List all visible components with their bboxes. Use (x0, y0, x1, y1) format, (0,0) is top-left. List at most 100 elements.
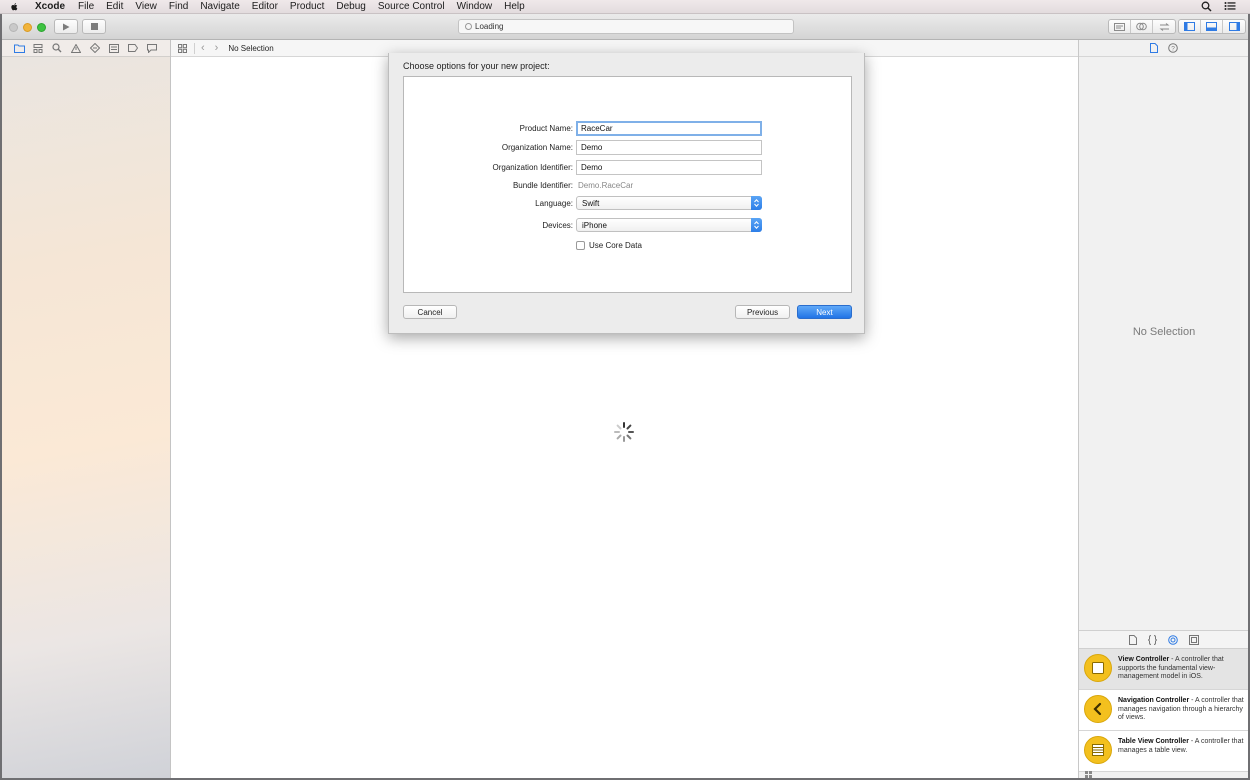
organization-identifier-field[interactable] (576, 160, 762, 175)
play-icon (63, 23, 70, 30)
debug-panel-icon (1206, 22, 1217, 31)
xcode-window: Loading ‹ › No Selection ? No Selection … (2, 14, 1248, 778)
language-popup[interactable]: Swift (576, 196, 762, 210)
previous-button[interactable]: Previous (735, 305, 790, 319)
menu-file[interactable]: File (78, 1, 94, 12)
organization-name-field[interactable] (576, 140, 762, 155)
navigator-panel-icon (1184, 22, 1195, 31)
find-navigator-tab[interactable] (51, 43, 63, 53)
bundle-identifier-label: Bundle Identifier: (512, 181, 573, 190)
bundle-identifier-row: Bundle Identifier: Demo.RaceCar (404, 178, 853, 194)
use-core-data-checkbox[interactable] (576, 241, 585, 250)
menu-navigate[interactable]: Navigate (200, 1, 239, 12)
menu-find[interactable]: Find (169, 1, 188, 12)
language-selected-value: Swift (582, 199, 600, 208)
related-items-button[interactable] (176, 43, 188, 53)
sheet-title: Choose options for your new project: (403, 61, 550, 71)
library-item-description: Table View Controller - A controller tha… (1118, 736, 1245, 755)
product-name-field[interactable] (576, 121, 762, 136)
quick-help-icon[interactable]: ? (1167, 43, 1178, 53)
assistant-editor-button[interactable] (1131, 20, 1153, 33)
object-library-icon[interactable] (1168, 634, 1178, 645)
report-navigator-tab[interactable] (146, 43, 158, 53)
devices-popup[interactable]: iPhone (576, 218, 762, 232)
spotlight-search-icon[interactable] (1201, 1, 1212, 12)
library-item-title: View Controller (1118, 656, 1170, 663)
svg-text:?: ? (1171, 46, 1175, 53)
grid-icon (177, 43, 187, 53)
library-item-title: Navigation Controller (1118, 697, 1190, 704)
file-template-library-icon[interactable] (1129, 634, 1137, 645)
organization-identifier-row: Organization Identifier: (404, 160, 853, 176)
folder-icon (13, 44, 25, 53)
toggle-navigator-button[interactable] (1179, 20, 1201, 33)
toggle-debug-area-button[interactable] (1201, 20, 1223, 33)
speech-bubble-icon (147, 43, 157, 53)
object-library-list: View Controller - A controller that supp… (1079, 649, 1248, 772)
library-item-table-view-controller[interactable]: Table View Controller - A controller tha… (1079, 731, 1248, 772)
toggle-utilities-button[interactable] (1223, 20, 1245, 33)
menu-window[interactable]: Window (457, 1, 493, 12)
file-inspector-icon[interactable] (1149, 43, 1158, 53)
menu-product[interactable]: Product (290, 1, 324, 12)
library-item-navigation-controller[interactable]: Navigation Controller - A controller tha… (1079, 690, 1248, 731)
standard-editor-button[interactable] (1109, 20, 1131, 33)
test-navigator-tab[interactable] (89, 43, 101, 53)
zoom-window-button[interactable] (37, 23, 46, 32)
project-options-form: Product Name: Organization Name: Organiz… (403, 76, 852, 293)
utilities-panel-icon (1228, 22, 1240, 31)
notification-center-icon[interactable] (1224, 1, 1236, 11)
menu-edit[interactable]: Edit (106, 1, 123, 12)
inspector-tab-bar: ? (1079, 40, 1248, 57)
apple-icon[interactable] (10, 2, 19, 12)
bundle-identifier-value: Demo.RaceCar (578, 181, 634, 190)
symbol-navigator-tab[interactable] (32, 43, 44, 53)
stop-button[interactable] (82, 19, 106, 34)
version-editor-button[interactable] (1153, 20, 1175, 33)
debug-gauge-icon (109, 43, 119, 53)
code-snippet-library-icon[interactable] (1148, 634, 1157, 645)
jump-bar-path[interactable]: No Selection (228, 44, 273, 53)
issue-navigator-tab[interactable] (70, 43, 82, 53)
breakpoint-navigator-tab[interactable] (127, 43, 139, 53)
stop-icon (90, 23, 98, 30)
activity-view: Loading (458, 19, 794, 34)
grid-view-icon[interactable] (1085, 771, 1092, 778)
use-core-data-row: Use Core Data (576, 241, 642, 250)
window-toolbar: Loading (2, 14, 1248, 40)
jump-bar-divider (194, 42, 195, 54)
menu-editor[interactable]: Editor (252, 1, 278, 12)
forward-chevron-icon[interactable]: › (215, 42, 219, 54)
library-item-description: Navigation Controller - A controller tha… (1118, 695, 1245, 723)
symbol-hierarchy-icon (33, 43, 43, 53)
debug-navigator-tab[interactable] (108, 43, 120, 53)
standard-editor-icon (1114, 22, 1125, 31)
library-item-view-controller[interactable]: View Controller - A controller that supp… (1079, 649, 1248, 690)
media-library-icon[interactable] (1189, 634, 1199, 645)
menu-bar: Xcode File Edit View Find Navigate Edito… (0, 0, 1250, 14)
menu-source-control[interactable]: Source Control (378, 1, 445, 12)
menu-app-name[interactable]: Xcode (35, 1, 65, 12)
popup-arrows-icon (751, 218, 762, 232)
menu-view[interactable]: View (135, 1, 157, 12)
cancel-button[interactable]: Cancel (403, 305, 457, 319)
table-view-controller-icon (1084, 736, 1112, 764)
use-core-data-label[interactable]: Use Core Data (589, 241, 642, 250)
loading-spinner-icon (614, 422, 634, 442)
minimize-window-button[interactable] (23, 23, 32, 32)
next-button[interactable]: Next (797, 305, 852, 319)
warning-triangle-icon (71, 43, 81, 53)
utilities-panel: ? No Selection View Controller - A contr… (1078, 40, 1248, 778)
language-row: Language: Swift (404, 196, 853, 212)
language-label: Language: (535, 199, 573, 208)
version-editor-icon (1159, 22, 1169, 31)
menu-help[interactable]: Help (504, 1, 525, 12)
run-button[interactable] (54, 19, 78, 34)
activity-spinner-icon (465, 23, 472, 30)
new-project-options-sheet: Choose options for your new project: Pro… (388, 53, 865, 334)
back-chevron-icon[interactable]: ‹ (201, 42, 205, 54)
menu-debug[interactable]: Debug (336, 1, 365, 12)
project-navigator-tab[interactable] (13, 43, 25, 53)
close-window-button[interactable] (9, 23, 18, 32)
organization-name-label: Organization Name: (501, 143, 573, 152)
